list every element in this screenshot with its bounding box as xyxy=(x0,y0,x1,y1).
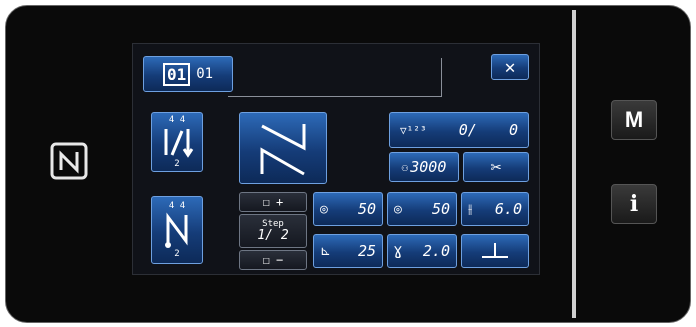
wiper-button[interactable]: Ɣ 2.0 xyxy=(387,234,457,268)
step-plus-button[interactable]: ☐ + xyxy=(239,192,307,212)
max-speed-value: 3000 xyxy=(410,158,447,176)
thread-trim-button[interactable]: ✂ xyxy=(463,152,529,182)
reverse-stitch-start-button[interactable]: 4 4 2 xyxy=(151,112,203,172)
reverse-start-icon xyxy=(164,129,194,158)
wiper-value: 2.0 xyxy=(422,242,450,260)
step-value: 1/ 2 xyxy=(257,228,289,243)
info-button[interactable]: i xyxy=(611,184,657,224)
pattern-icon: 01 xyxy=(162,62,191,86)
stitch-length-icon: ⫲ xyxy=(468,201,473,217)
step-remove-icon: ☐ xyxy=(262,253,270,267)
presser-foot-button[interactable]: ⊾ 25 xyxy=(313,234,383,268)
needle-icon xyxy=(482,243,508,258)
max-speed-button[interactable]: ⚇ 3000 xyxy=(389,152,459,182)
left-tension-value: 50 xyxy=(357,200,376,218)
counter-icon: ▽¹²³ xyxy=(400,123,427,137)
nfc-icon xyxy=(50,142,88,180)
reverse-stitch-end-button[interactable]: 4 4 2 xyxy=(151,196,203,264)
left-thread-tension-button[interactable]: ◎ 50 xyxy=(313,192,383,226)
scissors-icon: ✂ xyxy=(490,156,502,178)
panel-divider xyxy=(572,10,576,318)
multi-layer-icon xyxy=(260,124,306,176)
presser-foot-value: 25 xyxy=(357,242,376,260)
reverse-end-icon xyxy=(165,212,188,248)
presser-foot-icon: ⊾ xyxy=(320,243,331,259)
menu-button[interactable]: M xyxy=(611,100,657,140)
step-minus-button[interactable]: ☐ − xyxy=(239,250,307,270)
stitch-length-button[interactable]: ⫲ 6.0 xyxy=(461,192,529,226)
pattern-name-field[interactable] xyxy=(228,58,442,97)
tension-right-icon: ◎ xyxy=(394,201,402,217)
operation-screen: 01 01 ✕ 4 4 2 4 4 2 ▽¹²³ 0/ 0 ⚇ 3000 ✂ ☐… xyxy=(132,43,540,275)
close-button[interactable]: ✕ xyxy=(491,54,529,80)
step-display: Step 1/ 2 xyxy=(239,214,307,248)
needle-position-button[interactable] xyxy=(461,234,529,268)
pattern-select-button[interactable]: 01 01 xyxy=(143,56,233,92)
end-stitch-sub: 2 xyxy=(174,249,180,259)
counter-value: 0/ xyxy=(458,121,477,139)
step-minus-label: − xyxy=(276,253,284,267)
next-pattern-icon: 01 xyxy=(196,66,214,82)
right-tension-value: 50 xyxy=(431,200,450,218)
start-stitch-sub: 2 xyxy=(174,159,180,169)
tension-left-icon: ◎ xyxy=(320,201,328,217)
step-plus-label: + xyxy=(276,195,284,209)
counter-button[interactable]: ▽¹²³ 0/ 0 xyxy=(389,112,529,148)
start-stitch-count: 4 4 xyxy=(168,115,186,125)
right-thread-tension-button[interactable]: ◎ 50 xyxy=(387,192,457,226)
stitch-length-value: 6.0 xyxy=(494,200,522,218)
step-add-icon: ☐ xyxy=(262,195,270,209)
speed-icon: ⚇ xyxy=(401,160,409,174)
end-stitch-count: 4 4 xyxy=(168,201,186,211)
multi-layer-stitch-button[interactable] xyxy=(239,112,327,184)
wiper-icon: Ɣ xyxy=(394,243,402,259)
counter-value-2: 0 xyxy=(508,121,518,139)
